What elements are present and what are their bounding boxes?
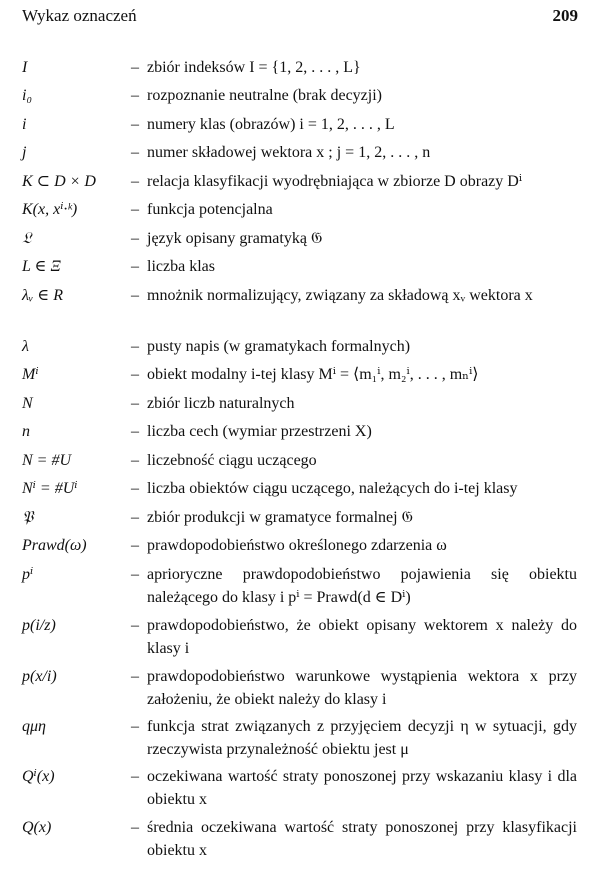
notation-description: liczba klas	[147, 258, 215, 275]
notation-description: zbiór produkcji w gramatyce formalnej 𝔊	[147, 509, 413, 526]
notation-symbol: pⁱ	[22, 566, 34, 583]
dash-separator: –	[131, 819, 139, 836]
notation-description: zbiór liczb naturalnych	[147, 395, 295, 412]
notation-description: numery klas (obrazów) i = 1, 2, . . . , …	[147, 116, 395, 133]
notation-description: relacja klasyfikacji wyodrębniająca w zb…	[147, 173, 523, 190]
notation-description: funkcja potencjalna	[147, 201, 273, 218]
dash-separator: –	[131, 201, 139, 218]
dash-separator: –	[131, 718, 139, 735]
notation-description: liczba cech (wymiar przestrzeni X)	[147, 423, 372, 440]
dash-separator: –	[131, 230, 139, 247]
notation-symbol: Qⁱ(x)	[22, 768, 55, 785]
dash-separator: –	[131, 668, 139, 685]
notation-symbol: K(x, xⁱ·ᵏ)	[22, 201, 78, 218]
dash-separator: –	[131, 173, 139, 190]
notation-symbol: 𝔓	[22, 509, 34, 526]
notation-symbol: 𝔏	[22, 230, 32, 247]
notation-description: liczba obiektów ciągu uczącego, należący…	[147, 480, 518, 497]
notation-description: funkcja strat związanych z przyjęciem de…	[147, 718, 577, 758]
notation-symbol: Mⁱ	[22, 366, 39, 383]
notation-description: rozpoznanie neutralne (brak decyzji)	[147, 87, 382, 104]
dash-separator: –	[131, 258, 139, 275]
dash-separator: –	[131, 509, 139, 526]
notation-description: aprioryczne prawdopodobieństwo pojawieni…	[147, 566, 577, 606]
notation-symbol: Nⁱ = #Uⁱ	[22, 480, 78, 497]
notation-description: liczebność ciągu uczącego	[147, 452, 317, 469]
page: Wykaz oznaczeń 209 I – zbiór indeksów I …	[0, 0, 600, 876]
notation-description: oczekiwana wartość straty ponoszonej prz…	[147, 768, 577, 808]
dash-separator: –	[131, 366, 139, 383]
notation-symbol: Prawd(ω)	[22, 537, 87, 554]
dash-separator: –	[131, 87, 139, 104]
notation-symbol: p(x/i)	[22, 668, 57, 685]
notation-description: język opisany gramatyką 𝔊	[147, 230, 323, 247]
notation-description: mnożnik normalizujący, związany za skład…	[147, 287, 533, 304]
notation-symbol: n	[22, 423, 30, 440]
dash-separator: –	[131, 144, 139, 161]
notation-symbol: I	[22, 59, 28, 76]
dash-separator: –	[131, 537, 139, 554]
dash-separator: –	[131, 338, 139, 355]
notation-symbol: Q(x)	[22, 819, 52, 836]
dash-separator: –	[131, 423, 139, 440]
page-header: Wykaz oznaczeń 209	[22, 6, 578, 30]
dash-separator: –	[131, 395, 139, 412]
notation-symbol: N	[22, 395, 33, 412]
notation-description: zbiór indeksów I = {1, 2, . . . , L}	[147, 59, 361, 76]
notation-description: średnia oczekiwana wartość straty ponosz…	[147, 819, 577, 859]
notation-description: prawdopodobieństwo określonego zdarzenia…	[147, 537, 447, 554]
dash-separator: –	[131, 287, 139, 304]
notation-symbol: i₀	[22, 87, 33, 104]
dash-separator: –	[131, 617, 139, 634]
notation-symbol: p(i/z)	[22, 617, 56, 634]
notation-symbol: j	[22, 144, 27, 161]
notation-symbol: N = #U	[22, 452, 72, 469]
notation-symbol: L ∈ Ξ	[22, 258, 61, 275]
notation-description: pusty napis (w gramatykach formalnych)	[147, 338, 411, 355]
notation-symbol: K ⊂ D × D	[22, 173, 96, 190]
dash-separator: –	[131, 566, 139, 583]
notation-description: obiekt modalny i-tej klasy Mⁱ = ⟨m₁ⁱ, m₂…	[147, 366, 479, 383]
dash-separator: –	[131, 768, 139, 785]
notation-description: prawdopodobieństwo, że obiekt opisany we…	[147, 617, 577, 657]
notation-description: numer składowej wektora x ; j = 1, 2, . …	[147, 144, 431, 161]
notation-symbol: qμη	[22, 718, 46, 735]
dash-separator: –	[131, 452, 139, 469]
page-number: 209	[552, 6, 579, 25]
notation-description: prawdopodobieństwo warunkowe wystąpienia…	[147, 668, 577, 708]
notation-symbol: λᵥ ∈ R	[22, 287, 64, 304]
notation-symbol: λ	[22, 338, 29, 355]
dash-separator: –	[131, 59, 139, 76]
section-title: Wykaz oznaczeń	[22, 6, 137, 25]
dash-separator: –	[131, 116, 139, 133]
dash-separator: –	[131, 480, 139, 497]
notation-symbol: i	[22, 116, 27, 133]
